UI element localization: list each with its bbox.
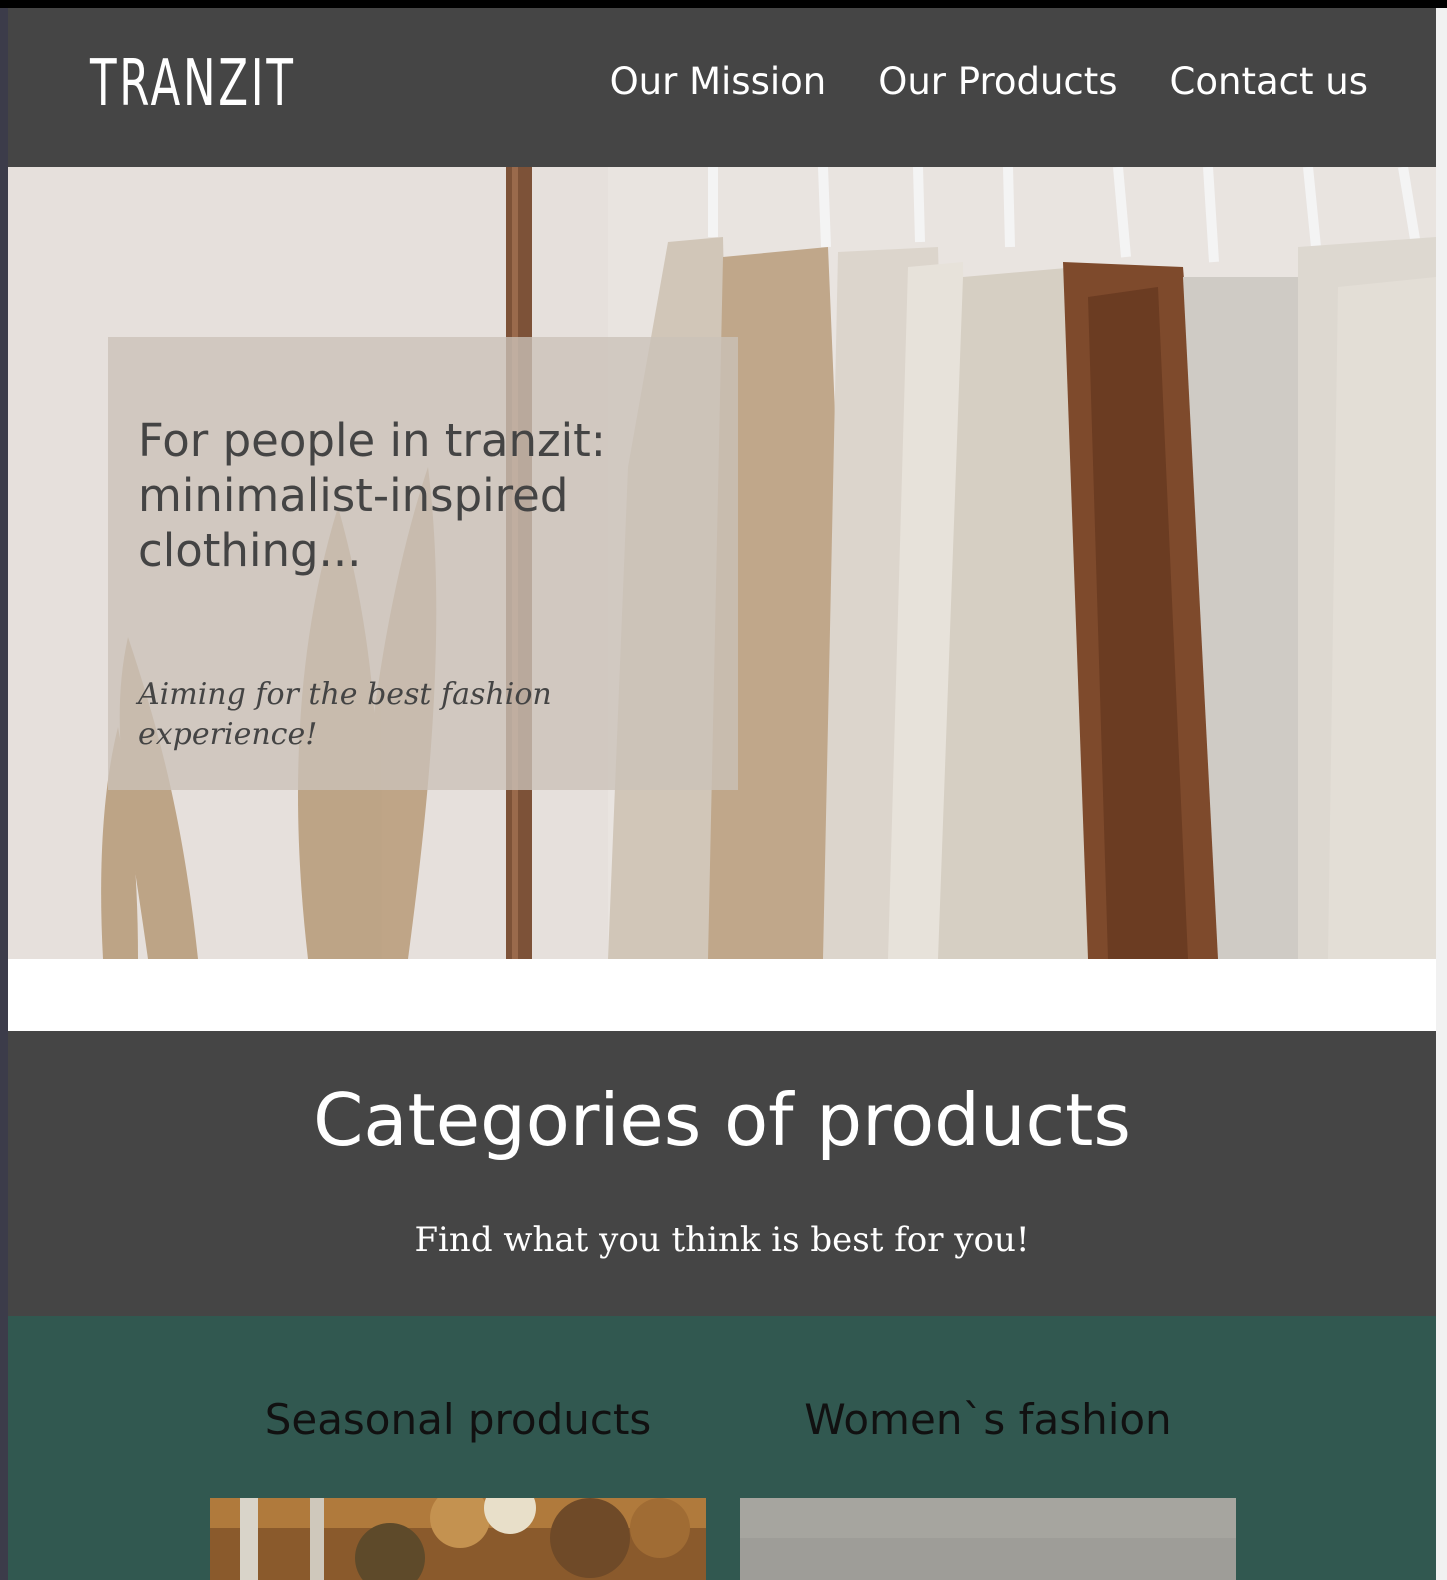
categories-header: Categories of products Find what you thi…: [8, 1031, 1436, 1316]
section-spacer: [8, 959, 1436, 1031]
nav-our-mission[interactable]: Our Mission: [610, 60, 827, 104]
category-title[interactable]: Seasonal products: [210, 1394, 706, 1446]
nav-our-products[interactable]: Our Products: [878, 60, 1117, 104]
logo[interactable]: TRANZIT: [90, 46, 296, 123]
category-image-womens[interactable]: [740, 1498, 1236, 1580]
main-nav: Our Mission Our Products Contact us: [610, 60, 1368, 104]
category-image-seasonal[interactable]: [210, 1498, 706, 1580]
categories-title: Categories of products: [313, 1078, 1131, 1162]
page: TRANZIT Our Mission Our Products Contact…: [8, 8, 1436, 1580]
nav-contact-us[interactable]: Contact us: [1170, 60, 1368, 104]
categories-grid: Seasonal products Women`s fashion: [8, 1316, 1436, 1580]
browser-frame: TRANZIT Our Mission Our Products Contact…: [0, 0, 1447, 1580]
category-title[interactable]: Women`s fashion: [740, 1394, 1236, 1446]
window-edge: [0, 8, 8, 1580]
categories-subtitle: Find what you think is best for you!: [414, 1220, 1030, 1260]
hero-text-card: For people in tranzit: minimalist-inspir…: [108, 337, 738, 790]
hero-title: For people in tranzit: minimalist-inspir…: [138, 414, 606, 577]
site-header: TRANZIT Our Mission Our Products Contact…: [8, 8, 1436, 167]
scrollbar-track[interactable]: [1436, 8, 1447, 1580]
hero-banner: For people in tranzit: minimalist-inspir…: [8, 167, 1436, 959]
hero-subtitle: Aiming for the best fashion experience!: [138, 677, 552, 752]
